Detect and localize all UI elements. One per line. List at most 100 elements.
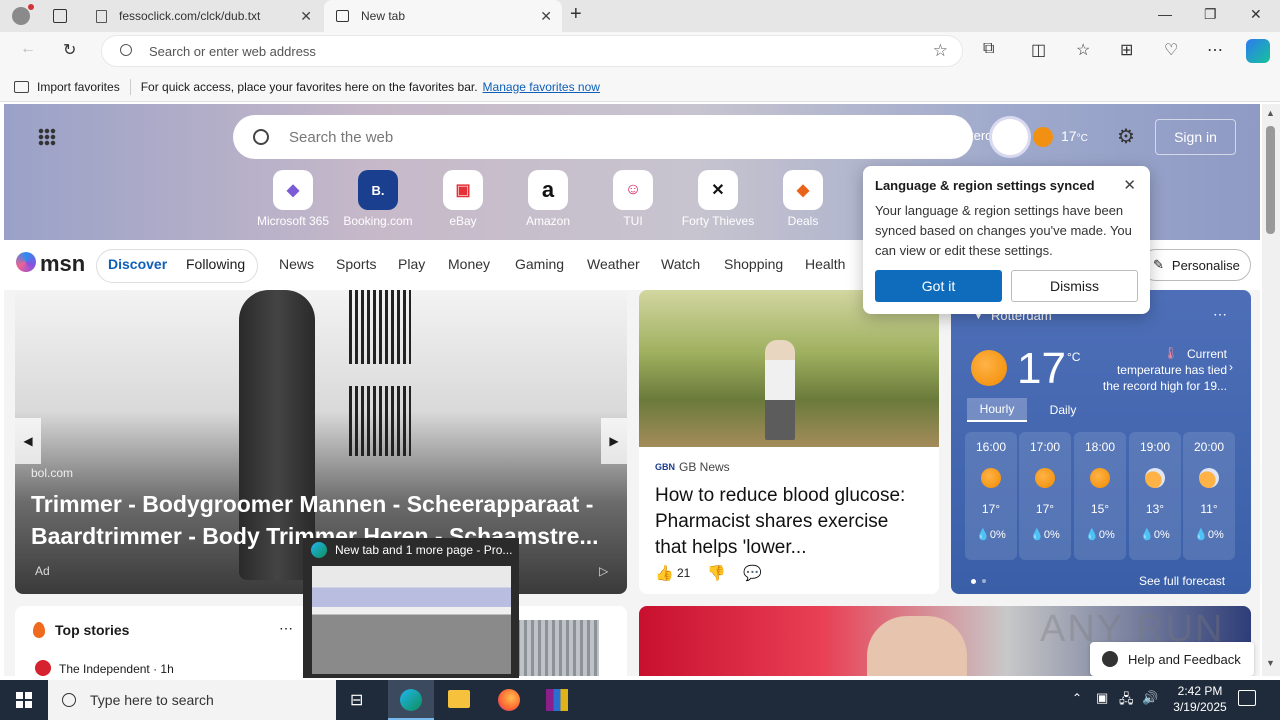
tile-microsoft-365[interactable]: ◆ Microsoft 365 bbox=[253, 170, 333, 228]
news-title[interactable]: How to reduce blood glucose: Pharmacist … bbox=[655, 483, 925, 561]
weather-sun-icon bbox=[971, 350, 1007, 386]
manage-favorites-link[interactable]: Manage favorites now bbox=[483, 80, 600, 94]
tile-ebay[interactable]: ▣ eBay bbox=[423, 170, 503, 228]
apps-launcher-icon[interactable] bbox=[38, 128, 56, 146]
more-options-icon[interactable]: ⋯ bbox=[1207, 40, 1223, 60]
taskbar-search-box[interactable]: Type here to search bbox=[48, 680, 336, 720]
top-stories-more-icon[interactable]: ⋯ bbox=[279, 620, 293, 637]
weather-more-icon[interactable]: ⋯ bbox=[1213, 306, 1227, 323]
dismiss-button[interactable]: Dismiss bbox=[1011, 270, 1138, 302]
volume-icon[interactable]: 🔊 bbox=[1142, 690, 1158, 706]
story-source: The Independent · 1h bbox=[59, 662, 174, 676]
nav-money[interactable]: Money bbox=[448, 256, 490, 272]
show-hidden-icons-icon[interactable]: ⌃ bbox=[1072, 691, 1082, 705]
search-icon bbox=[253, 129, 269, 145]
tab-daily[interactable]: Daily bbox=[1035, 398, 1091, 422]
carousel-prev-icon[interactable]: ◀ bbox=[15, 418, 41, 464]
winrar-icon[interactable] bbox=[546, 689, 568, 711]
top-stories-heading: Top stories bbox=[55, 622, 130, 638]
sign-in-button[interactable]: Sign in bbox=[1155, 119, 1236, 155]
personalise-button[interactable]: ✎ Personalise bbox=[1140, 249, 1251, 281]
close-tab-icon[interactable]: ✕ bbox=[300, 8, 312, 25]
nav-gaming[interactable]: Gaming bbox=[515, 256, 564, 272]
tab-discover[interactable]: Discover bbox=[108, 256, 167, 272]
nav-news[interactable]: News bbox=[279, 256, 314, 272]
tile-forty-thieves[interactable]: ✕ Forty Thieves bbox=[678, 170, 758, 228]
moon-cloud-icon bbox=[1199, 468, 1219, 488]
copilot-badge-icon[interactable] bbox=[989, 116, 1031, 158]
extensions-icon[interactable]: ⧉ bbox=[983, 40, 994, 58]
tile-deals[interactable]: ◆ Deals bbox=[763, 170, 843, 228]
settings-gear-icon[interactable]: ⚙ bbox=[1117, 124, 1135, 149]
scroll-down-icon[interactable]: ▼ bbox=[1266, 658, 1275, 668]
ad-choices-icon[interactable]: ▷ bbox=[599, 564, 608, 578]
browser-essentials-icon[interactable]: ♡ bbox=[1164, 40, 1178, 60]
weather-page-dot[interactable] bbox=[982, 579, 986, 583]
windows-start-icon[interactable] bbox=[16, 692, 32, 708]
split-screen-icon[interactable]: ◫ bbox=[1031, 40, 1046, 60]
tui-icon: ☺ bbox=[613, 170, 653, 210]
restore-icon[interactable]: ❐ bbox=[1204, 6, 1217, 23]
tab-actions-icon[interactable] bbox=[53, 9, 67, 23]
firefox-icon[interactable] bbox=[498, 689, 520, 711]
header-temperature[interactable]: 17°C bbox=[1061, 128, 1088, 144]
weather-page-dot-active[interactable] bbox=[971, 579, 976, 584]
network-icon[interactable]: 🖧 bbox=[1119, 690, 1134, 712]
page-scrollbar[interactable]: ▲ ▼ bbox=[1262, 104, 1280, 676]
address-bar[interactable]: Search or enter web address ☆ bbox=[101, 35, 963, 67]
nav-play[interactable]: Play bbox=[398, 256, 425, 272]
collections-icon[interactable]: ⊞ bbox=[1120, 40, 1133, 60]
popup-close-icon[interactable]: ✕ bbox=[1123, 176, 1136, 194]
scroll-thumb[interactable] bbox=[1266, 126, 1275, 234]
comment-icon[interactable]: 💬 bbox=[743, 564, 762, 582]
favorites-icon[interactable]: ☆ bbox=[1076, 40, 1090, 60]
nav-health[interactable]: Health bbox=[805, 256, 845, 272]
thumbs-up-icon[interactable]: 👍 bbox=[655, 564, 674, 582]
clock-time[interactable]: 2:42 PM bbox=[1172, 684, 1228, 698]
scroll-up-icon[interactable]: ▲ bbox=[1266, 108, 1275, 118]
tab-fessoclick[interactable]: fessoclick.com/clck/dub.txt ✕ bbox=[84, 0, 322, 32]
thumbs-down-icon[interactable]: 👎 bbox=[707, 564, 726, 582]
tile-booking[interactable]: B. Booking.com bbox=[338, 170, 418, 228]
weather-card[interactable]: ▼ Rotterdam ⋯ 17 °C 🌡 Current temperatur… bbox=[951, 290, 1251, 594]
profile-icon[interactable] bbox=[12, 7, 30, 25]
amazon-icon: a bbox=[528, 170, 568, 210]
device-icon[interactable]: ▣ bbox=[1096, 690, 1108, 706]
got-it-button[interactable]: Got it bbox=[875, 270, 1002, 302]
nav-watch[interactable]: Watch bbox=[661, 256, 700, 272]
ebay-icon: ▣ bbox=[443, 170, 483, 210]
new-tab-plus-icon[interactable]: + bbox=[570, 3, 582, 26]
favorite-star-icon[interactable]: ☆ bbox=[933, 41, 948, 61]
news-card[interactable]: GBN GB News How to reduce blood glucose:… bbox=[639, 290, 939, 594]
nav-shopping[interactable]: Shopping bbox=[724, 256, 783, 272]
close-tab-icon[interactable]: ✕ bbox=[540, 8, 552, 25]
taskbar-thumbnail-preview[interactable]: New tab and 1 more page - Pro... bbox=[303, 538, 519, 678]
copilot-icon[interactable] bbox=[1246, 39, 1270, 63]
tab-new-tab[interactable]: New tab ✕ bbox=[324, 0, 562, 32]
task-view-icon[interactable]: ⊟ bbox=[350, 690, 363, 710]
file-explorer-icon[interactable] bbox=[448, 690, 470, 708]
weather-note[interactable]: Current temperature has tied the record … bbox=[1101, 346, 1227, 394]
windows-taskbar: Type here to search ⊟ ⌃ ▣ 🖧 🔊 2:42 PM 3/… bbox=[0, 680, 1280, 720]
tile-amazon[interactable]: a Amazon bbox=[508, 170, 588, 228]
carousel-next-icon[interactable]: ▶ bbox=[601, 418, 627, 464]
window-close-icon[interactable]: ✕ bbox=[1250, 6, 1262, 23]
notifications-icon[interactable] bbox=[1238, 690, 1256, 706]
tab-hourly[interactable]: Hourly bbox=[967, 398, 1027, 422]
minimize-icon[interactable]: — bbox=[1158, 6, 1172, 22]
refresh-icon[interactable]: ↻ bbox=[63, 40, 76, 60]
raindrop-icon: 💧 bbox=[976, 529, 990, 541]
msn-logo[interactable]: msn bbox=[40, 251, 85, 277]
tile-tui[interactable]: ☺ TUI bbox=[593, 170, 673, 228]
import-favorites-button[interactable]: Import favorites bbox=[37, 80, 120, 94]
nav-sports[interactable]: Sports bbox=[336, 256, 376, 272]
hour-forecast: 19:00 13° 💧0% bbox=[1129, 432, 1181, 560]
likes-count: 21 bbox=[677, 566, 691, 580]
see-full-forecast-link[interactable]: See full forecast bbox=[1139, 574, 1225, 588]
clock-date[interactable]: 3/19/2025 bbox=[1166, 700, 1234, 714]
weather-note-chevron-icon[interactable]: › bbox=[1229, 360, 1233, 374]
tab-following[interactable]: Following bbox=[186, 256, 245, 272]
web-search-box[interactable]: Search the web bbox=[233, 115, 973, 159]
nav-weather[interactable]: Weather bbox=[587, 256, 640, 272]
back-arrow-icon[interactable]: ← bbox=[20, 40, 36, 58]
